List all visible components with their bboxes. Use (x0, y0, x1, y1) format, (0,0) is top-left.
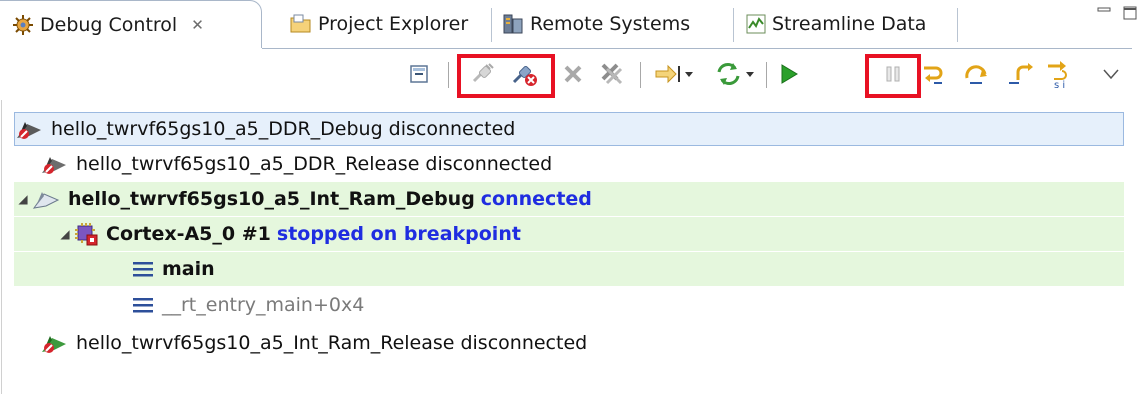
step-into-button[interactable] (918, 57, 952, 91)
connection-name: hello_twrvf65gs10_a5_DDR_Release (76, 153, 420, 175)
tree-row[interactable]: ◢ hello_twrvf65gs10_a5_Int_Ram_Debug con… (14, 182, 1124, 216)
view-window-controls (1096, 5, 1138, 25)
tab-remote-systems[interactable]: Remote Systems (502, 0, 734, 48)
tab-project-explorer[interactable]: Project Explorer (290, 0, 492, 48)
connected-connection-icon (32, 188, 60, 210)
core-name: Cortex-A5_0 #1 (106, 223, 271, 245)
disconnect-icon (512, 65, 537, 86)
interrupt-button[interactable] (876, 57, 910, 91)
remove-all-connections-button[interactable] (594, 57, 628, 91)
disconnect-from-target-button[interactable] (508, 57, 542, 91)
connection-state: disconnected (388, 118, 516, 140)
view-border (1, 100, 2, 394)
tab-label: Project Explorer (318, 13, 469, 35)
remote-systems-icon (502, 13, 524, 35)
svg-text:s i: s i (1054, 80, 1065, 89)
step-out-button[interactable] (1004, 57, 1038, 91)
chevron-down-icon (1103, 69, 1119, 80)
stack-frame-icon (132, 296, 154, 314)
continue-button[interactable] (772, 57, 806, 91)
view-tab-bar: Debug Control ✕ Project Explorer Remote … (0, 0, 1144, 50)
toolbar-separator (448, 62, 449, 88)
play-icon (781, 64, 798, 84)
tree-row[interactable]: __rt_entry_main+0x4 (14, 288, 1124, 322)
cpu-core-icon (74, 222, 98, 246)
tree-row[interactable]: ◢ Cortex-A5_0 #1 stopped on breakpoint (14, 217, 1124, 251)
refresh-icon (717, 63, 754, 85)
tab-divider (262, 48, 1132, 49)
collapse-all-button[interactable] (402, 57, 436, 91)
connection-name: hello_twrvf65gs10_a5_Int_Ram_Release (76, 332, 455, 354)
connection-name: hello_twrvf65gs10_a5_DDR_Debug (51, 118, 383, 140)
tab-label: Streamline Data (772, 13, 927, 35)
step-instruction-icon: s i (1048, 61, 1067, 89)
connection-name: hello_twrvf65gs10_a5_Int_Ram_Debug (68, 188, 475, 210)
disconnected-connection-icon (40, 332, 68, 354)
remove-icon (564, 65, 582, 83)
connect-to-target-button[interactable] (466, 57, 500, 91)
remove-all-icon (601, 63, 623, 85)
tab-label: Debug Control (40, 13, 178, 36)
tree-row[interactable]: hello_twrvf65gs10_a5_Int_Ram_Release dis… (40, 326, 1124, 360)
remove-connection-button[interactable] (556, 57, 590, 91)
connection-state: disconnected (460, 332, 588, 354)
minimize-icon[interactable] (1096, 5, 1112, 25)
tab-label: Remote Systems (530, 13, 691, 35)
project-explorer-icon (290, 14, 312, 34)
expand-toggle-icon[interactable]: ◢ (14, 192, 32, 206)
streamline-data-icon (746, 14, 766, 34)
toolbar-separator (766, 62, 767, 88)
core-state: stopped on breakpoint (276, 223, 521, 245)
step-into-icon (924, 66, 943, 84)
stack-frame-icon (132, 260, 154, 278)
disconnected-connection-icon (15, 118, 43, 140)
connection-state: connected (480, 188, 592, 210)
connect-icon (472, 63, 494, 83)
stack-frame-name: main (162, 258, 215, 280)
maximize-icon[interactable] (1122, 5, 1138, 25)
step-source-level-icon (655, 64, 693, 84)
toolbar-separator (640, 62, 641, 88)
pause-icon (886, 66, 900, 82)
tree-row[interactable]: hello_twrvf65gs10_a5_DDR_Debug disconnec… (14, 112, 1124, 146)
connection-state: disconnected (425, 153, 553, 175)
expand-toggle-icon[interactable]: ◢ (56, 227, 74, 241)
stack-frame-name: __rt_entry_main+0x4 (162, 294, 365, 316)
step-instruction-button[interactable]: s i (1042, 57, 1076, 91)
close-icon[interactable]: ✕ (191, 16, 204, 34)
view-menu-button[interactable] (1096, 57, 1126, 91)
step-over-icon (965, 65, 987, 84)
debug-control-icon (12, 14, 34, 36)
disconnected-connection-icon (40, 153, 68, 175)
tab-streamline-data[interactable]: Streamline Data (746, 0, 958, 48)
tree-row[interactable]: main (14, 252, 1124, 286)
refresh-button[interactable] (712, 57, 758, 91)
tree-row[interactable]: hello_twrvf65gs10_a5_DDR_Release disconn… (40, 147, 1124, 181)
tab-debug-control[interactable]: Debug Control ✕ (0, 0, 262, 48)
step-over-button[interactable] (960, 57, 994, 91)
step-out-icon (1009, 63, 1033, 84)
debug-toolbar: s i (0, 50, 1144, 100)
collapse-all-icon (410, 65, 428, 83)
step-mode-button[interactable] (652, 57, 696, 91)
